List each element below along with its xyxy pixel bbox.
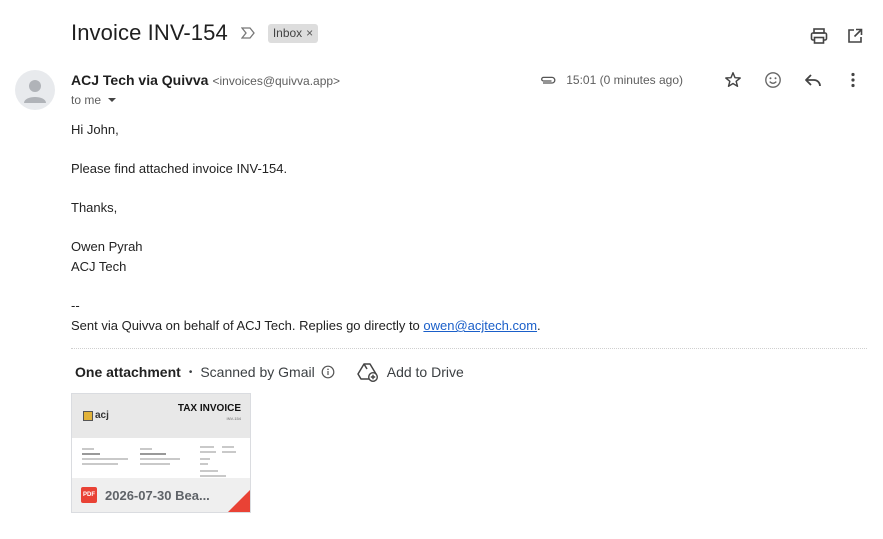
reply-icon[interactable] bbox=[803, 70, 823, 90]
thumbnail-logo-text: acj bbox=[95, 410, 109, 421]
pdf-icon: PDF bbox=[81, 487, 97, 503]
footer-text: Sent via Quivva on behalf of ACJ Tech. R… bbox=[71, 318, 424, 333]
add-to-drive-label: Add to Drive bbox=[386, 364, 464, 380]
reply-email-link[interactable]: owen@acjtech.com bbox=[423, 318, 537, 333]
add-to-drive-icon bbox=[356, 363, 378, 382]
sender-name[interactable]: ACJ Tech via Quivva bbox=[71, 72, 208, 88]
print-icon[interactable] bbox=[809, 26, 829, 46]
more-vert-icon[interactable] bbox=[843, 70, 863, 90]
thumbnail-subtitle: INV-154 bbox=[226, 416, 241, 421]
message-body: Hi John, Please find attached invoice IN… bbox=[71, 120, 541, 336]
star-icon[interactable] bbox=[723, 70, 743, 90]
chevron-down-icon bbox=[108, 98, 117, 102]
avatar-person-icon bbox=[24, 80, 46, 103]
recipient-label: to me bbox=[71, 93, 102, 107]
separator-dot: • bbox=[188, 366, 193, 378]
top-actions bbox=[809, 26, 865, 46]
attachment-clip-icon bbox=[538, 70, 558, 90]
attachments-divider bbox=[71, 348, 867, 349]
email-subject: Invoice INV-154 bbox=[71, 20, 228, 45]
page-fold-corner bbox=[228, 490, 250, 512]
sender-row: ACJ Tech via Quivva <invoices@quivva.app… bbox=[71, 72, 340, 88]
remove-label-button[interactable]: × bbox=[306, 26, 313, 40]
signature-separator: -- bbox=[71, 298, 80, 313]
attachment-count: One attachment bbox=[75, 364, 181, 380]
attachment-card[interactable]: acj TAX INVOICE INV-154 PDF 2026-07-30 B… bbox=[71, 393, 251, 513]
logo-cube-icon bbox=[83, 410, 93, 421]
body-line: Please find attached invoice INV-154. bbox=[71, 161, 288, 176]
attachment-footer: PDF 2026-07-30 Bea... bbox=[72, 478, 250, 512]
thumbnail-title: TAX INVOICE bbox=[177, 403, 241, 414]
thumbnail-logo: acj bbox=[83, 410, 109, 421]
scanned-text: Scanned by Gmail bbox=[200, 364, 315, 380]
signature-company: ACJ Tech bbox=[71, 259, 127, 274]
scanned-by-gmail: Scanned by Gmail bbox=[200, 364, 335, 380]
message-meta: 15:01 (0 minutes ago) bbox=[538, 70, 863, 90]
footer-end: . bbox=[537, 318, 541, 333]
thanks: Thanks, bbox=[71, 200, 118, 215]
attachment-thumbnail-header: acj TAX INVOICE INV-154 bbox=[72, 394, 250, 438]
inbox-label-chip[interactable]: Inbox × bbox=[267, 23, 319, 43]
subject-row: Invoice INV-154 Inbox × bbox=[71, 20, 319, 46]
importance-marker-icon[interactable] bbox=[240, 25, 256, 41]
info-icon[interactable] bbox=[321, 365, 335, 379]
greeting: Hi John, bbox=[71, 122, 119, 137]
attachment-file-name: 2026-07-30 Bea... bbox=[105, 487, 210, 503]
attachment-thumbnail-body bbox=[72, 438, 250, 478]
attachments-header: One attachment • Scanned by Gmail Add to… bbox=[75, 362, 464, 382]
signature: Owen Pyrah ACJ Tech bbox=[71, 237, 541, 277]
emoji-icon[interactable] bbox=[763, 70, 783, 90]
footer-note: Sent via Quivva on behalf of ACJ Tech. R… bbox=[71, 316, 541, 336]
avatar[interactable] bbox=[15, 70, 55, 110]
open-new-window-icon[interactable] bbox=[845, 26, 865, 46]
message-time: 15:01 (0 minutes ago) bbox=[566, 73, 683, 87]
sender-email: <invoices@quivva.app> bbox=[212, 74, 341, 88]
signature-name: Owen Pyrah bbox=[71, 239, 143, 254]
recipient-details-toggle[interactable]: to me bbox=[71, 93, 117, 107]
add-to-drive-button[interactable]: Add to Drive bbox=[356, 362, 464, 382]
label-chip-text: Inbox bbox=[272, 26, 303, 40]
